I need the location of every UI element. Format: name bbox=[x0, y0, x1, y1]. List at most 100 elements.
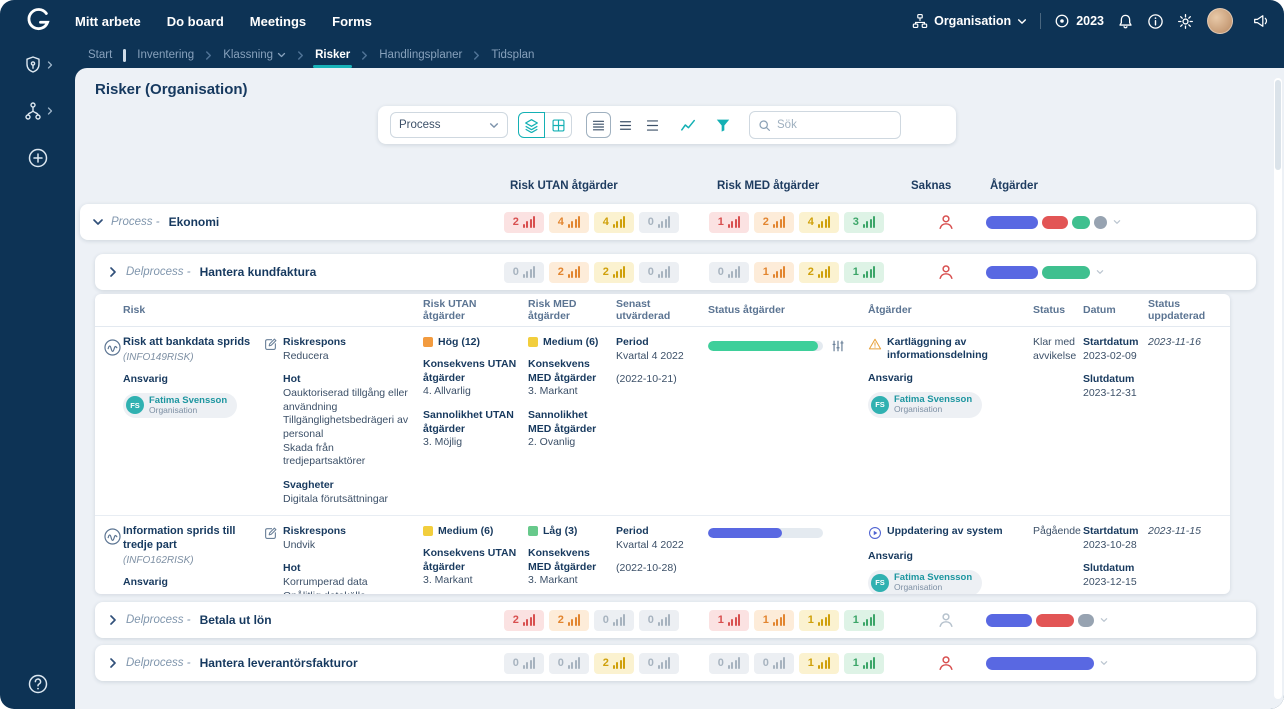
sidebar-add-button[interactable] bbox=[0, 134, 75, 182]
risk-count-badge[interactable]: 0 bbox=[639, 653, 679, 674]
delprocess-row-betala-ut-lon[interactable]: Delprocess - Betala ut lön 2 2 0 0 1 1 1… bbox=[95, 602, 1256, 638]
risk-name[interactable]: Risk att bankdata sprids bbox=[123, 336, 255, 350]
person-chip[interactable]: FS Fatima Svensson Organisation bbox=[123, 393, 237, 419]
nav-mitt-arbete[interactable]: Mitt arbete bbox=[75, 14, 141, 29]
delprocess-row-hantera-leverantorsfakturor[interactable]: Delprocess - Hantera leverantörsfakturor… bbox=[95, 645, 1256, 681]
help-button[interactable] bbox=[0, 673, 75, 695]
progress-bar[interactable] bbox=[708, 528, 823, 538]
risk-count-badge[interactable]: 0 bbox=[754, 653, 794, 674]
mini-bars-icon bbox=[658, 216, 671, 228]
saknas-person-icon[interactable] bbox=[937, 213, 955, 231]
risk-count-badge[interactable]: 1 bbox=[709, 610, 749, 631]
avatar[interactable] bbox=[1207, 8, 1233, 34]
atgarder-bars[interactable] bbox=[986, 614, 1256, 627]
risk-count-badge[interactable]: 0 bbox=[594, 610, 634, 631]
risk-count-badge[interactable]: 1 bbox=[709, 212, 749, 233]
breadcrumb-inventering[interactable]: Inventering bbox=[137, 49, 194, 61]
risk-count-badge[interactable]: 1 bbox=[754, 262, 794, 283]
chevron-right-icon[interactable] bbox=[109, 614, 117, 626]
ansvarig-label: Ansvarig bbox=[868, 550, 1025, 564]
risk-count-badge[interactable]: 2 bbox=[754, 212, 794, 233]
risk-count-badge[interactable]: 1 bbox=[844, 653, 884, 674]
risk-count-badge[interactable]: 2 bbox=[594, 262, 634, 283]
saknas-person-icon[interactable] bbox=[937, 654, 955, 672]
risk-count-badge[interactable]: 1 bbox=[799, 653, 839, 674]
risk-count-badge[interactable]: 0 bbox=[504, 262, 544, 283]
person-chip[interactable]: FS Fatima Svensson Organisation bbox=[868, 570, 982, 594]
risk-count-badge[interactable]: 1 bbox=[799, 610, 839, 631]
risk-name[interactable]: Information sprids till tredje part bbox=[123, 525, 255, 553]
chevron-right-icon[interactable] bbox=[109, 657, 117, 669]
risk-count-badge[interactable]: 1 bbox=[844, 262, 884, 283]
risk-count-badge[interactable]: 4 bbox=[594, 212, 634, 233]
atgard-title[interactable]: Uppdatering av system bbox=[887, 525, 1003, 540]
breadcrumb-tidsplan[interactable]: Tidsplan bbox=[491, 49, 534, 61]
density-medium-button[interactable] bbox=[613, 112, 638, 138]
density-compact-button[interactable] bbox=[586, 112, 611, 138]
risk-count-badge[interactable]: 0 bbox=[639, 262, 679, 283]
risk-count-badge[interactable]: 0 bbox=[504, 653, 544, 674]
atgard-title[interactable]: Kartläggning av informationsdelning bbox=[887, 336, 1025, 362]
avatar-initials: FS bbox=[871, 396, 889, 414]
risk-count-badge[interactable]: 2 bbox=[549, 262, 589, 283]
filter-button[interactable] bbox=[710, 112, 735, 138]
person-chip[interactable]: FS Fatima Svensson Organisation bbox=[868, 392, 982, 418]
saknas-person-icon[interactable] bbox=[937, 611, 955, 629]
risk-count-badge[interactable]: 1 bbox=[844, 610, 884, 631]
chevron-right-icon[interactable] bbox=[109, 266, 117, 278]
organisation-selector[interactable]: Organisation bbox=[912, 13, 1027, 29]
grid-view-button[interactable] bbox=[545, 112, 572, 138]
edit-icon[interactable] bbox=[263, 526, 278, 594]
risk-count-badge[interactable]: 0 bbox=[549, 653, 589, 674]
risk-count-badge[interactable]: 0 bbox=[639, 610, 679, 631]
breadcrumb-start[interactable]: Start bbox=[88, 49, 112, 61]
app-logo-icon[interactable] bbox=[0, 6, 75, 36]
equalizer-icon[interactable] bbox=[831, 339, 845, 353]
layers-view-button[interactable] bbox=[518, 112, 545, 138]
year-selector[interactable]: 2023 bbox=[1054, 13, 1104, 29]
risk-count-badge[interactable]: 4 bbox=[799, 212, 839, 233]
mini-bars-icon bbox=[863, 266, 876, 278]
risk-count-badge[interactable]: 2 bbox=[549, 610, 589, 631]
risk-level: Hög (12) bbox=[438, 336, 480, 348]
atgarder-bars[interactable] bbox=[986, 266, 1256, 279]
nav-forms[interactable]: Forms bbox=[332, 14, 372, 29]
hot-item: Oauktoriserad tillgång eller användning bbox=[283, 387, 415, 414]
risk-count-badge[interactable]: 0 bbox=[709, 653, 749, 674]
risk-count-badge[interactable]: 0 bbox=[709, 262, 749, 283]
risk-count-badge[interactable]: 4 bbox=[549, 212, 589, 233]
nav-do-board[interactable]: Do board bbox=[167, 14, 224, 29]
info-icon[interactable] bbox=[1147, 13, 1164, 30]
sidebar-item-security[interactable] bbox=[0, 42, 75, 88]
risk-count-badge[interactable]: 2 bbox=[504, 610, 544, 631]
chevron-down-icon[interactable] bbox=[94, 216, 102, 228]
gear-icon[interactable] bbox=[1177, 13, 1194, 30]
risk-count-badge[interactable]: 0 bbox=[639, 212, 679, 233]
risk-count-badge[interactable]: 2 bbox=[504, 212, 544, 233]
scrollbar-thumb[interactable] bbox=[1275, 80, 1281, 170]
edit-icon[interactable] bbox=[263, 337, 278, 506]
risk-count-badge[interactable]: 3 bbox=[844, 212, 884, 233]
density-relaxed-button[interactable] bbox=[640, 112, 665, 138]
atgarder-bars[interactable] bbox=[986, 216, 1256, 229]
risk-count-badge[interactable]: 2 bbox=[799, 262, 839, 283]
scrollbar[interactable] bbox=[1274, 78, 1282, 699]
process-filter-select[interactable]: Process bbox=[390, 112, 508, 138]
risk-count-badge[interactable]: 1 bbox=[754, 610, 794, 631]
risk-count-badge[interactable]: 2 bbox=[594, 653, 634, 674]
breadcrumb-klassning[interactable]: Klassning bbox=[223, 49, 273, 61]
megaphone-icon[interactable] bbox=[1252, 12, 1270, 30]
mini-bars-icon bbox=[658, 266, 671, 278]
breadcrumb-risker[interactable]: Risker bbox=[315, 49, 350, 61]
nav-meetings[interactable]: Meetings bbox=[250, 14, 306, 29]
process-row-ekonomi[interactable]: Process - Ekonomi 2 4 4 0 1 2 4 3 bbox=[80, 204, 1256, 240]
atgarder-bars[interactable] bbox=[986, 657, 1256, 670]
saknas-person-icon[interactable] bbox=[937, 263, 955, 281]
progress-bar[interactable] bbox=[708, 341, 823, 351]
breadcrumb-handlingsplaner[interactable]: Handlingsplaner bbox=[379, 49, 462, 61]
bell-icon[interactable] bbox=[1117, 13, 1134, 30]
chart-view-button[interactable] bbox=[675, 112, 700, 138]
delprocess-row-hantera-kundfaktura[interactable]: Delprocess - Hantera kundfaktura 0 2 2 0… bbox=[95, 254, 1256, 290]
sidebar-item-processes[interactable] bbox=[0, 88, 75, 134]
search-input[interactable] bbox=[777, 119, 887, 131]
